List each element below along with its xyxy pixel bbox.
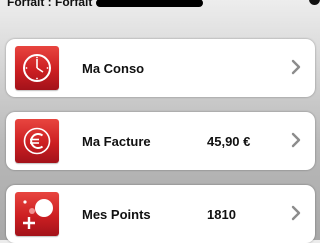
forfait-text: Forfait : Forfait	[7, 0, 93, 9]
menu-item-value: 45,90 €	[207, 134, 251, 149]
clock-icon	[15, 46, 59, 90]
menu-item-ma-conso[interactable]: Ma Conso	[6, 39, 315, 97]
euro-icon	[15, 119, 59, 163]
menu-item-label: Ma Facture	[82, 134, 151, 149]
menu-item-label: Ma Conso	[82, 61, 145, 76]
close-icon[interactable]	[309, 0, 320, 5]
chevron-right-icon	[291, 132, 301, 148]
menu-item-value: 1810	[207, 207, 236, 222]
points-icon	[15, 192, 59, 236]
redacted-plan-name	[96, 0, 204, 7]
menu-item-ma-facture[interactable]: Ma Facture 45,90 €	[6, 112, 315, 170]
chevron-right-icon	[291, 59, 301, 75]
chevron-right-icon	[291, 205, 301, 221]
forfait-line: Forfait : Forfait	[7, 0, 204, 9]
menu-item-label: Mes Points	[82, 207, 151, 222]
menu-item-mes-points[interactable]: Mes Points 1810	[6, 185, 315, 243]
